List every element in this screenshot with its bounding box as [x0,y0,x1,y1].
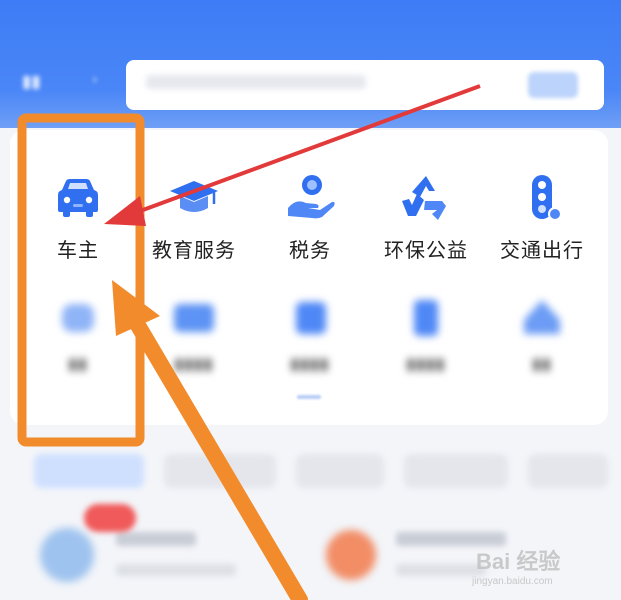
service-blurred-2[interactable]: ▮▮▮▮ [139,290,249,373]
list-item-icon [326,530,376,580]
header-bar: ▮▮ › [0,0,621,128]
graduation-cap-icon [166,170,222,226]
car-icon [50,170,106,226]
list-item-title [116,532,196,546]
tab-blurred[interactable] [528,454,608,488]
service-tax[interactable]: 税务 [255,170,365,263]
traffic-light-icon [514,170,570,226]
service-blurred-5[interactable]: ▮▮ [487,290,597,373]
hand-coin-icon [282,170,338,226]
tab-blurred[interactable] [296,454,384,488]
tab-active-blurred[interactable] [34,454,144,488]
service-label: 环保公益 [384,238,468,262]
search-placeholder-blurred [146,75,366,89]
chevron-down-icon[interactable]: › [92,72,98,88]
blurred-service-icon [282,290,338,346]
blurred-service-icon [166,290,222,346]
tab-blurred[interactable] [404,454,508,488]
baidu-watermark: Bai 经验 [476,549,561,574]
service-blurred-3[interactable]: ▮▮▮▮ [255,290,365,373]
blurred-service-icon [514,290,570,346]
service-traffic[interactable]: 交通出行 [487,170,597,263]
blurred-label: ▮▮▮▮ [406,354,446,373]
service-label: 交通出行 [500,238,584,262]
list-item-subtitle [116,564,236,576]
blurred-label: ▮▮ [532,354,552,373]
tab-blurred[interactable] [164,454,276,488]
services-card: 车主 教育服务 税务 环保公益 交通出行 ▮▮ ▮▮▮▮ ▮▮▮▮ ▮▮▮▮ ▮… [10,130,608,425]
baidu-watermark-url: jingyan.baidu.com [472,576,553,587]
service-car-owner[interactable]: 车主 [23,170,133,263]
recycle-icon [398,170,454,226]
city-selector-blurred[interactable]: ▮▮ [22,72,41,92]
hot-badge-blurred [84,504,136,532]
service-label: 税务 [289,238,331,262]
blurred-service-icon [50,290,106,346]
category-tabs-blurred [34,454,621,490]
service-label: 车主 [57,238,99,262]
service-blurred-1[interactable]: ▮▮ [23,290,133,373]
search-button[interactable] [528,72,578,98]
service-environment[interactable]: 环保公益 [371,170,481,263]
blurred-service-icon [398,290,454,346]
blurred-label: ▮▮▮▮ [174,354,214,373]
blurred-label: ▮▮▮▮ [290,354,330,373]
service-label: 教育服务 [152,238,236,262]
list-item-subtitle [396,564,486,576]
service-education[interactable]: 教育服务 [139,170,249,263]
blurred-label: ▮▮ [68,354,88,373]
list-item-icon [40,528,94,582]
page-indicator [297,395,321,399]
search-input[interactable] [126,60,604,110]
service-blurred-4[interactable]: ▮▮▮▮ [371,290,481,373]
